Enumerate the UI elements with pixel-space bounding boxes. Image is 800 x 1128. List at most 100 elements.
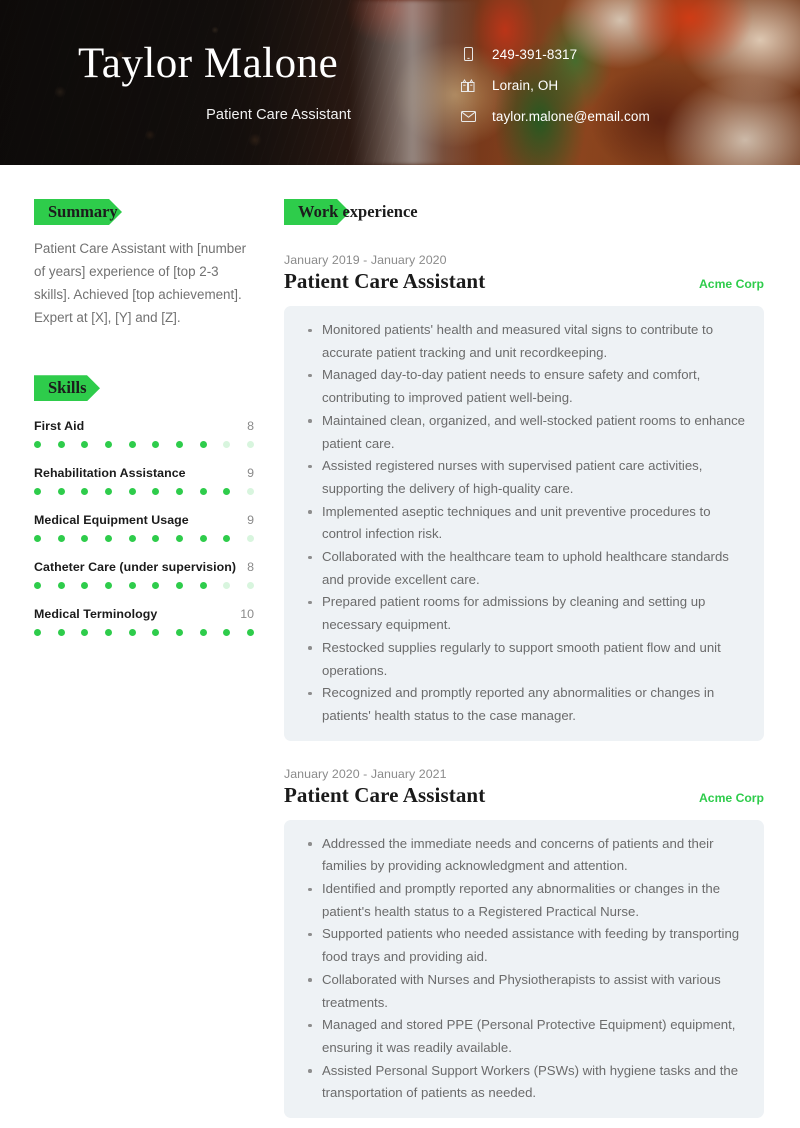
job-bullets-box: Monitored patients' health and measured … (284, 306, 764, 741)
skill-dot-filled (104, 441, 112, 449)
job-bullet: Recognized and promptly reported any abn… (300, 682, 746, 727)
skill-dot-filled (81, 441, 89, 449)
skill-dot-filled (199, 441, 207, 449)
skill-dot-filled (223, 535, 231, 543)
skill-dot-filled (81, 582, 89, 590)
job-bullet: Managed and stored PPE (Personal Protect… (300, 1014, 746, 1059)
skill-dot-filled (57, 441, 65, 449)
skill-value: 9 (247, 466, 254, 481)
main-column: Work experience January 2019 - January 2… (280, 165, 800, 1128)
skill-dot-filled (104, 629, 112, 637)
skill-dot-filled (104, 535, 112, 543)
skill-item: First Aid 8 (34, 419, 254, 449)
skill-dot-empty (246, 488, 254, 496)
skill-dot-filled (175, 582, 183, 590)
skill-rating-dots (34, 629, 254, 637)
building-icon (458, 77, 478, 93)
skill-dot-filled (152, 441, 160, 449)
contact-email[interactable]: taylor.malone@email.com (458, 108, 650, 124)
skill-name: Catheter Care (under supervision) (34, 560, 237, 575)
skill-dot-filled (246, 629, 254, 637)
skills-list: First Aid 8 Rehabilitation Assistance 9 Medi… (34, 419, 254, 637)
skill-row: Catheter Care (under supervision) 8 (34, 560, 254, 574)
skill-dot-filled (199, 488, 207, 496)
resume-page: Taylor Malone Patient Care Assistant 249… (0, 0, 800, 1128)
skill-row: First Aid 8 (34, 419, 254, 433)
skill-item: Catheter Care (under supervision) 8 (34, 560, 254, 590)
candidate-job-title: Patient Care Assistant (206, 107, 351, 123)
skill-dot-filled (152, 488, 160, 496)
job-bullet: Assisted Personal Support Workers (PSWs)… (300, 1060, 746, 1105)
contact-list: 249-391-8317 Lorain, OH taylor.malone@em… (458, 46, 650, 124)
skill-value: 8 (247, 419, 254, 434)
skill-dot-filled (104, 488, 112, 496)
job-bullet-list: Addressed the immediate needs and concer… (300, 833, 746, 1105)
skill-dot-empty (246, 582, 254, 590)
contact-phone-text: 249-391-8317 (492, 46, 578, 62)
skill-dot-filled (175, 535, 183, 543)
skill-row: Medical Equipment Usage 9 (34, 513, 254, 527)
skill-dot-empty (246, 535, 254, 543)
skill-dot-filled (34, 582, 41, 590)
skill-dot-filled (175, 488, 183, 496)
job-bullet: Implemented aseptic techniques and unit … (300, 501, 746, 546)
skill-dot-filled (128, 629, 136, 637)
job-role: Patient Care Assistant (284, 782, 486, 807)
job-bullet: Supported patients who needed assistance… (300, 923, 746, 968)
job-company: Acme Corp (698, 277, 764, 291)
skill-rating-dots (34, 488, 254, 496)
skill-dot-filled (223, 629, 231, 637)
resume-body: Summary Patient Care Assistant with [num… (0, 165, 800, 1128)
job-bullet: Managed day-to-day patient needs to ensu… (300, 364, 746, 409)
skill-dot-filled (128, 535, 136, 543)
envelope-icon (458, 108, 478, 124)
job-dates: January 2019 - January 2020 (284, 253, 447, 267)
job-bullet-list: Monitored patients' health and measured … (300, 319, 746, 728)
phone-icon (458, 46, 478, 62)
skills-heading-label: Skills (48, 378, 87, 398)
skill-dot-filled (152, 582, 160, 590)
skill-dot-filled (57, 535, 65, 543)
skill-dot-empty (223, 582, 231, 590)
contact-phone[interactable]: 249-391-8317 (458, 46, 650, 62)
skill-dot-filled (57, 629, 65, 637)
job-bullet: Assisted registered nurses with supervis… (300, 455, 746, 500)
job-bullet: Identified and promptly reported any abn… (300, 878, 746, 923)
job-bullet: Maintained clean, organized, and well-st… (300, 410, 746, 455)
skill-dot-filled (199, 629, 207, 637)
skill-dot-filled (104, 582, 112, 590)
job-role: Patient Care Assistant (284, 269, 486, 293)
skill-dot-filled (128, 441, 136, 449)
skill-item: Medical Terminology 10 (34, 607, 254, 637)
candidate-name: Taylor Malone (78, 40, 339, 87)
skill-name: Medical Equipment Usage (34, 513, 189, 528)
skill-name: First Aid (34, 419, 85, 434)
skill-dot-filled (175, 441, 183, 449)
summary-text: Patient Care Assistant with [number of y… (34, 241, 247, 326)
skill-dot-filled (128, 582, 136, 590)
sidebar-column: Summary Patient Care Assistant with [num… (0, 165, 280, 1128)
skill-item: Rehabilitation Assistance 9 (34, 466, 254, 496)
contact-email-text: taylor.malone@email.com (492, 108, 650, 124)
skill-row: Rehabilitation Assistance 9 (34, 466, 254, 480)
skill-value: 10 (240, 607, 254, 622)
job-bullets-box: Addressed the immediate needs and concer… (284, 819, 764, 1119)
contact-location-text: Lorain, OH (492, 77, 559, 93)
skill-dot-filled (34, 441, 41, 449)
contact-location[interactable]: Lorain, OH (458, 77, 650, 93)
job-bullet: Addressed the immediate needs and concer… (300, 833, 746, 878)
skill-dot-filled (34, 488, 41, 496)
job-title-row: Patient Care Assistant Acme Corp (284, 269, 764, 294)
skill-dot-filled (57, 582, 65, 590)
skill-dot-filled (34, 629, 41, 637)
skill-value: 9 (247, 513, 254, 528)
work-section-heading: Work experience (284, 199, 764, 225)
summary-section-heading: Summary (34, 199, 254, 225)
skill-dot-empty (223, 441, 231, 449)
skill-dot-filled (152, 535, 160, 543)
work-experience-list: January 2019 - January 2020 Patient Care … (284, 253, 764, 1128)
skill-dot-filled (81, 629, 89, 637)
job-bullet: Restocked supplies regularly to support … (300, 637, 746, 682)
job-entry: January 2019 - January 2020 Patient Care … (284, 253, 764, 741)
skill-dot-filled (199, 535, 207, 543)
